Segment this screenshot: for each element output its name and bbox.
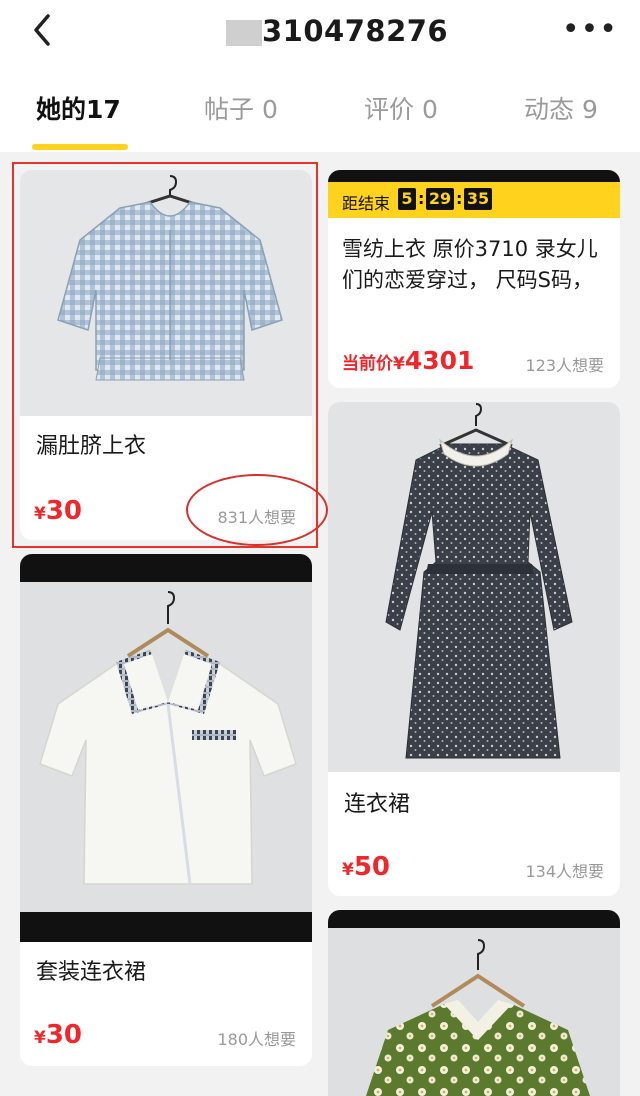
tab-items[interactable]: 她的17: [36, 90, 121, 126]
want-count: 180人想要: [217, 1030, 296, 1049]
tab-posts[interactable]: 帖子 0: [204, 90, 278, 126]
more-options-icon[interactable]: •••: [562, 15, 618, 45]
countdown-seconds: 35: [464, 188, 492, 210]
want-count: 134人想要: [525, 862, 604, 881]
redacted-username-mask: [226, 20, 262, 46]
product-price: ¥30: [34, 1020, 82, 1050]
product-image-white-shirt: [20, 554, 312, 942]
product-card-4[interactable]: 套装连衣裙 ¥30 180人想要: [20, 554, 312, 1066]
active-tab-indicator: [32, 144, 128, 150]
chevron-left-icon[interactable]: [22, 10, 62, 50]
want-count: 123人想要: [525, 356, 604, 375]
tab-reviews[interactable]: 评价 0: [364, 90, 438, 126]
product-description: 雪纺上衣 原价3710 录女儿们的恋爱穿过， 尺码S码，: [342, 237, 598, 292]
countdown-minutes: 29: [426, 188, 454, 210]
product-card-5[interactable]: [328, 910, 620, 1096]
countdown-bar: 距结束 5 : 29 : 35: [328, 170, 620, 218]
current-price-label: 当前价¥: [342, 354, 405, 374]
countdown-separator: :: [456, 189, 463, 208]
product-image-floral-dress: [328, 402, 620, 772]
product-card-2[interactable]: 距结束 5 : 29 : 35 雪纺上衣 原价3710 录女儿们的恋爱穿过， 尺…: [328, 170, 620, 388]
product-price: ¥50: [342, 852, 390, 882]
current-price: 当前价¥4301: [342, 346, 474, 375]
product-card-3[interactable]: 连衣裙 ¥50 134人想要: [328, 402, 620, 896]
countdown-label: 距结束: [342, 194, 391, 213]
profile-tabs: 她的17 帖子 0 评价 0 动态 9: [0, 62, 640, 152]
product-image-green-floral-top: [328, 910, 620, 1096]
product-name: 连衣裙: [344, 792, 411, 817]
highlight-oval: [186, 474, 328, 546]
price-value: 30: [45, 1020, 83, 1050]
price-value: 50: [353, 852, 391, 882]
product-name: 套装连衣裙: [36, 960, 147, 985]
countdown-hours: 5: [398, 188, 416, 210]
price-value: 4301: [404, 346, 475, 375]
currency-symbol: ¥: [34, 1028, 46, 1048]
page-title: 310478276: [262, 14, 449, 48]
countdown-separator: :: [418, 189, 425, 208]
top-bar: 310478276 •••: [0, 0, 640, 62]
tab-activity[interactable]: 动态 9: [524, 90, 598, 126]
currency-symbol: ¥: [342, 860, 354, 880]
